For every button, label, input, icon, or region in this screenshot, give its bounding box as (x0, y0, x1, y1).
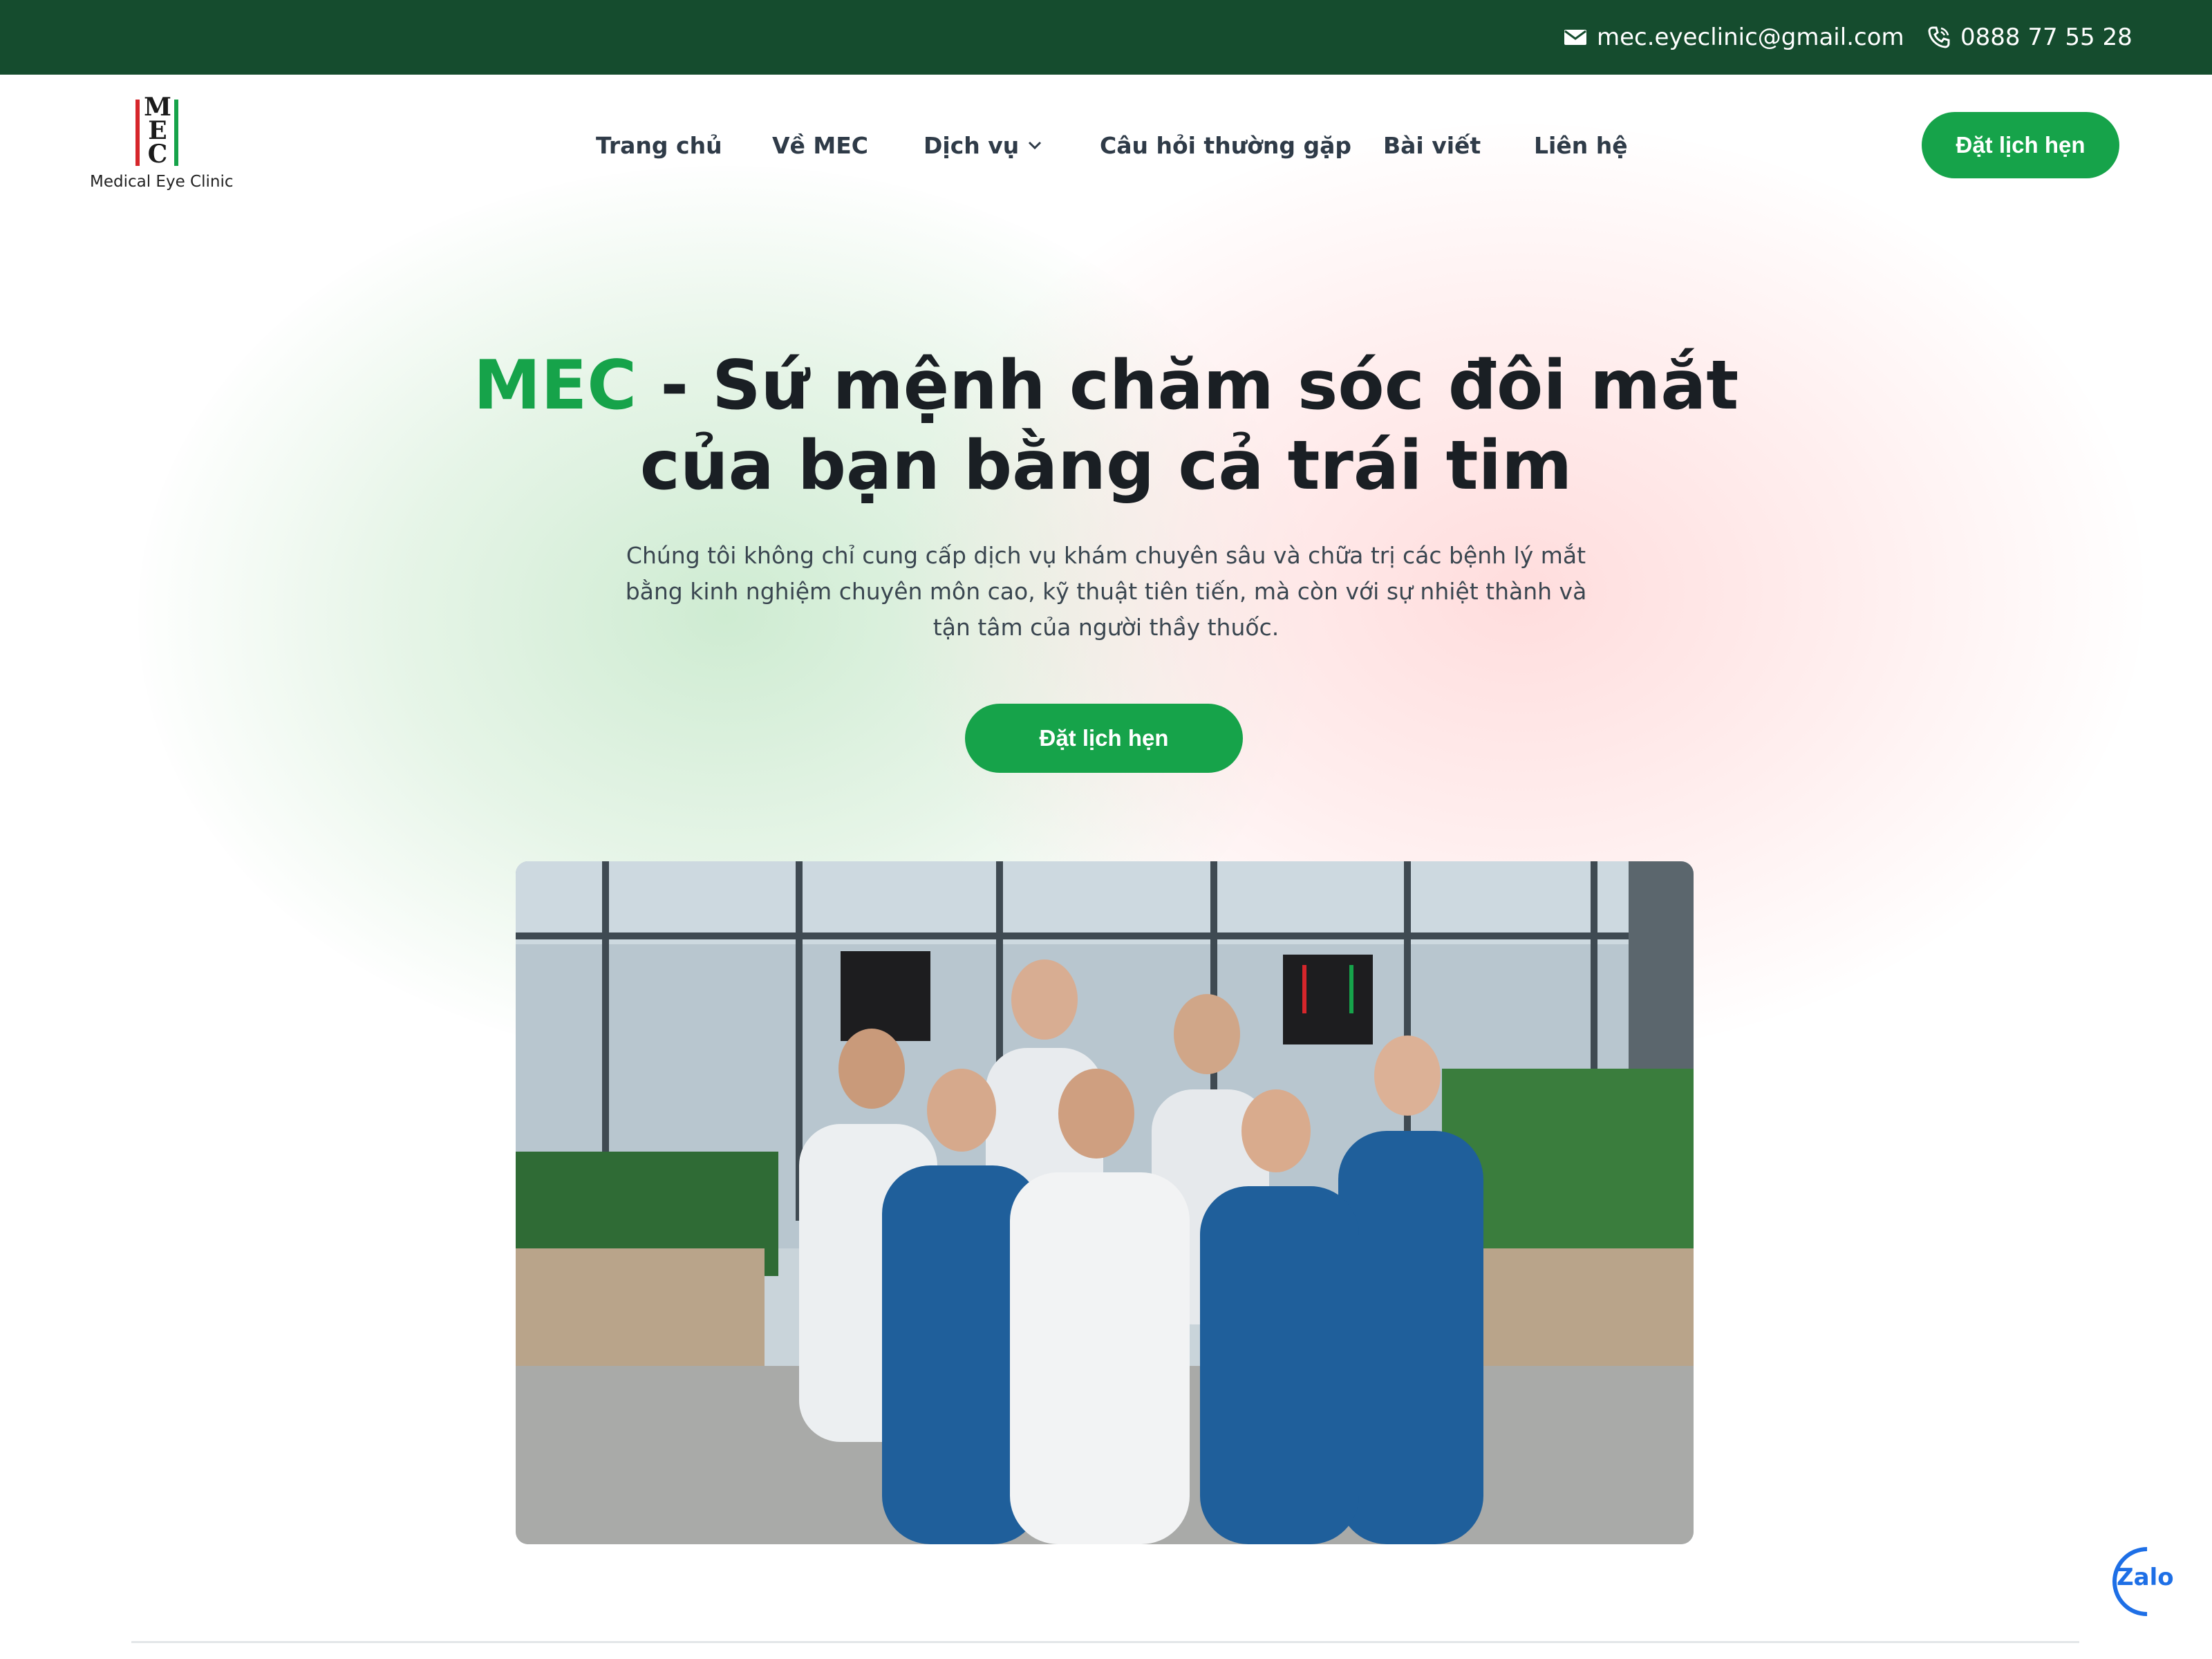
phone-text: 0888 77 55 28 (1960, 24, 2133, 51)
phone-link[interactable]: 0888 77 55 28 (1927, 0, 2133, 75)
nav-item-contact[interactable]: Liên hệ (1534, 119, 1628, 171)
logo-mark: M E C (135, 93, 182, 169)
hero-description: Chúng tôi không chỉ cung cấp dịch vụ khá… (625, 542, 1587, 641)
logo-letter-c: C (147, 140, 168, 169)
logo-red-bar (135, 100, 140, 166)
section-divider (131, 1641, 2079, 1643)
book-appointment-button-header[interactable]: Đặt lịch hẹn (1922, 112, 2119, 178)
nav-item-services-label: Dịch vụ (924, 131, 1020, 159)
zalo-label: Zalo (2117, 1564, 2174, 1591)
nav-item-services[interactable]: Dịch vụ (924, 119, 1042, 171)
mail-icon (1564, 30, 1586, 45)
email-text: mec.eyeclinic@gmail.com (1597, 24, 1904, 51)
logo-letter-e: E (148, 116, 167, 145)
phone-icon (1928, 26, 1950, 48)
logo-letters: M E C (141, 93, 174, 169)
chevron-down-icon (1027, 140, 1042, 150)
zalo-chat-button[interactable]: Zalo (2098, 1533, 2196, 1631)
hero-title-line2: của bạn bằng cả trái tim (639, 427, 1573, 505)
nav-item-articles[interactable]: Bài viết (1383, 119, 1481, 171)
logo-letter-m: M (144, 93, 171, 122)
nav-item-faq[interactable]: Câu hỏi thường gặp (1100, 119, 1351, 171)
nav-item-home[interactable]: Trang chủ (596, 119, 722, 171)
logo-green-bar (174, 100, 178, 166)
hero-title-accent: MEC (473, 346, 637, 425)
nav-item-about[interactable]: Về MEC (772, 119, 868, 171)
hero-title-line1: - Sứ mệnh chăm sóc đôi mắt (637, 346, 1739, 425)
logo-tagline: Medical Eye Clinic (90, 173, 234, 191)
email-link[interactable]: mec.eyeclinic@gmail.com (1564, 0, 1904, 75)
site-logo[interactable]: M E C Medical Eye Clinic (90, 93, 234, 195)
hero-title: MEC - Sứ mệnh chăm sóc đôi mắt của bạn b… (415, 346, 1797, 506)
book-appointment-button-hero[interactable]: Đặt lịch hẹn (965, 704, 1243, 773)
top-contact-bar: mec.eyeclinic@gmail.com 0888 77 55 28 (0, 0, 2212, 75)
team-photo (516, 861, 1694, 1544)
